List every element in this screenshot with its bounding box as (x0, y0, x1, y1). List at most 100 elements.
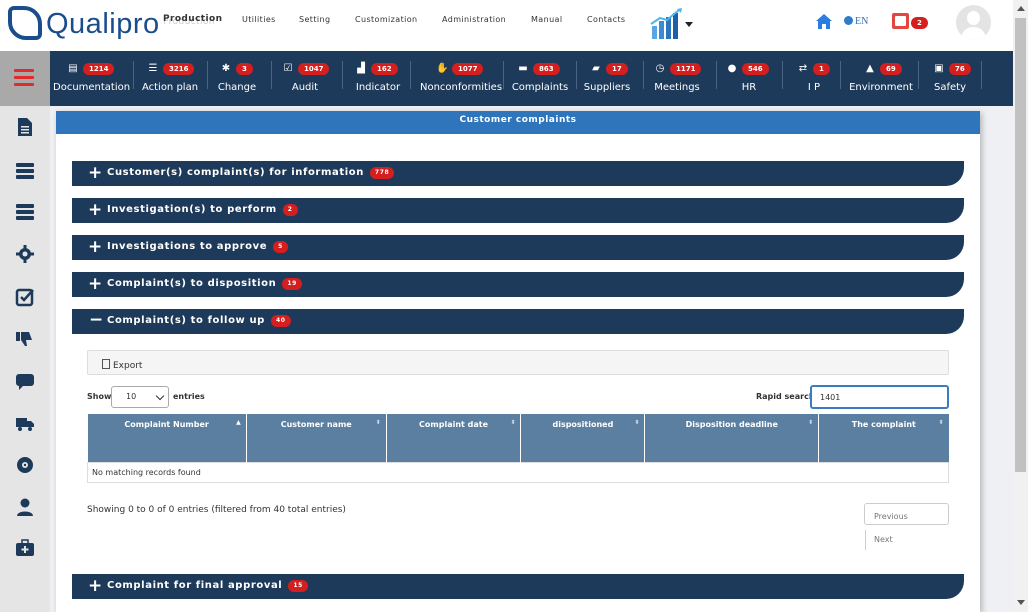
dashboard-chart-icon[interactable] (650, 8, 694, 40)
nav-module-label: Environment (849, 82, 913, 93)
rapid-search-label: Rapid search (756, 392, 815, 401)
section-count-badge: 5 (273, 241, 288, 253)
nav-module-label: Suppliers (583, 82, 631, 93)
comment-icon: ▬ (518, 63, 528, 74)
sidebar-audit-icon[interactable] (15, 287, 35, 307)
table-info-text: Showing 0 to 0 of 0 entries (filtered fr… (87, 505, 346, 515)
nav-module-nonconformities[interactable]: ✋ 1077 Nonconformities (420, 51, 503, 106)
sidebar-action-plan-icon[interactable] (15, 160, 35, 180)
nav-module-environment[interactable]: ▲ 69 Environment (848, 51, 914, 106)
language-selector[interactable]: EN (844, 16, 868, 27)
nav-module-action-plan[interactable]: ☰ 3216 Action plan (139, 51, 201, 106)
sidebar-truck-icon[interactable] (15, 413, 35, 433)
home-icon[interactable] (816, 14, 832, 29)
nav-count-badge: 3216 (163, 63, 195, 75)
expand-icon: + (88, 200, 103, 220)
sort-icon: ⬍ (510, 419, 516, 426)
top-menu-customization[interactable]: Customization (355, 15, 418, 24)
nav-count-badge: 1214 (83, 63, 115, 75)
pagination: Previous Next (864, 503, 949, 550)
bell-icon: ▲ (866, 63, 874, 74)
col-complaint-date[interactable]: Complaint date ⬍ (386, 414, 522, 462)
nav-count-badge: 69 (880, 63, 902, 75)
nav-module-hr[interactable]: ● 546 HR (726, 51, 772, 106)
previous-page-button[interactable]: Previous (865, 507, 917, 527)
menu-toggle-button[interactable] (0, 51, 50, 106)
nav-count-badge: 162 (371, 63, 398, 75)
chevron-down-icon (155, 391, 165, 401)
thumbs-down-icon: ✋ (436, 63, 449, 74)
top-menu-production[interactable]: Production Production (163, 14, 222, 27)
section-title: Investigations to approve (107, 241, 268, 252)
nav-count-badge: 1077 (452, 63, 484, 75)
nav-divider (840, 61, 841, 89)
logo-mark (8, 6, 42, 40)
top-menu-utilities[interactable]: Utilities (242, 15, 276, 24)
nav-module-complaints[interactable]: ▬ 863 Complaints (510, 51, 570, 106)
page-scrollbar[interactable] (1013, 0, 1028, 612)
export-button[interactable]: Export (102, 359, 142, 371)
nav-module-label: Action plan (141, 82, 199, 93)
sidebar-list-icon[interactable] (15, 202, 35, 222)
top-bar: Qualipro Production Production Utilities… (0, 0, 1013, 51)
col-customer-name[interactable]: Customer name ⬍ (246, 414, 387, 462)
nav-module-i-p[interactable]: ⇄ 1 I P (790, 51, 838, 106)
sidebar-medkit-icon[interactable] (15, 538, 35, 558)
empty-table-message: No matching records found (87, 461, 949, 483)
nav-module-suppliers[interactable]: ▰ 17 Suppliers (582, 51, 632, 106)
col-complaint-number[interactable]: Complaint Number ▲ (87, 414, 247, 462)
expand-icon: + (88, 274, 103, 294)
sidebar-user-icon[interactable] (15, 497, 35, 517)
top-menu-manual[interactable]: Manual (531, 15, 562, 24)
section-complaint-for-final-approval[interactable]: + Complaint for final approval 15 (72, 574, 964, 599)
language-code: EN (855, 16, 869, 27)
next-page-button[interactable]: Next (865, 530, 901, 550)
col-dispositioned[interactable]: dispositioned ⬍ (520, 414, 646, 462)
nav-module-indicator[interactable]: ▟ 162 Indicator (352, 51, 404, 106)
section-investigations-to-perform[interactable]: + Investigation(s) to perform 2 (72, 198, 964, 223)
nav-count-badge: 1047 (298, 63, 330, 75)
sidebar-documentation-icon[interactable] (15, 117, 35, 137)
scroll-down-icon[interactable] (1017, 600, 1025, 605)
nav-divider (271, 61, 272, 89)
nav-divider (503, 61, 504, 89)
section-title: Investigation(s) to perform (107, 204, 277, 215)
section-complaints-to-disposition[interactable]: + Complaint(s) to disposition 19 (72, 272, 964, 297)
top-menu-contacts[interactable]: Contacts (587, 15, 626, 24)
panel-title: Customer complaints (56, 111, 980, 134)
sidebar-thumbs-down-icon[interactable] (15, 329, 35, 349)
collapse-icon: − (89, 310, 104, 330)
document-icon: ▤ (68, 63, 78, 74)
scroll-up-icon[interactable] (1017, 6, 1025, 11)
expand-icon: + (88, 237, 103, 257)
nav-module-change[interactable]: ✱ 3 Change (213, 51, 261, 106)
nav-divider (643, 61, 644, 89)
sidebar-gear-icon[interactable] (15, 244, 35, 264)
rapid-search-input[interactable] (810, 385, 949, 409)
sidebar-meetings-icon[interactable] (15, 455, 35, 475)
top-menu-setting[interactable]: Setting (299, 15, 330, 24)
scrollbar-thumb[interactable] (1015, 18, 1026, 472)
sidebar-comment-icon[interactable] (15, 371, 35, 391)
section-count-badge: 19 (282, 278, 302, 290)
alerts-icon[interactable] (892, 13, 909, 29)
section-complaints-to-follow-up[interactable]: − Complaint(s) to follow up 40 (72, 309, 964, 334)
section-complaints-for-information[interactable]: + Customer(s) complaint(s) for informati… (72, 161, 964, 186)
top-menu-administration[interactable]: Administration (442, 15, 506, 24)
nav-module-documentation[interactable]: ▤ 1214 Documentation (53, 51, 130, 106)
customer-complaints-panel: Customer complaints + Customer(s) compla… (56, 111, 980, 612)
sort-asc-icon: ▲ (236, 419, 241, 426)
entries-per-page-select[interactable]: 10 (111, 386, 169, 408)
section-investigations-to-approve[interactable]: + Investigations to approve 5 (72, 235, 964, 260)
nav-module-label: Nonconformities (420, 82, 503, 93)
nav-module-meetings[interactable]: ◷ 1171 Meetings (652, 51, 702, 106)
col-disposition-deadline[interactable]: Disposition deadline ⬍ (644, 414, 820, 462)
nav-module-safety[interactable]: ▣ 76 Safety (924, 51, 976, 106)
nav-module-label: Indicator (355, 82, 401, 93)
globe-icon (844, 16, 853, 25)
nav-count-badge: 1 (813, 63, 830, 75)
col-the-complaint[interactable]: The complaint ⬍ (818, 414, 949, 462)
nav-module-audit[interactable]: ☑ 1047 Audit (280, 51, 330, 106)
nav-module-label: Safety (934, 82, 966, 93)
user-avatar[interactable] (956, 5, 991, 40)
